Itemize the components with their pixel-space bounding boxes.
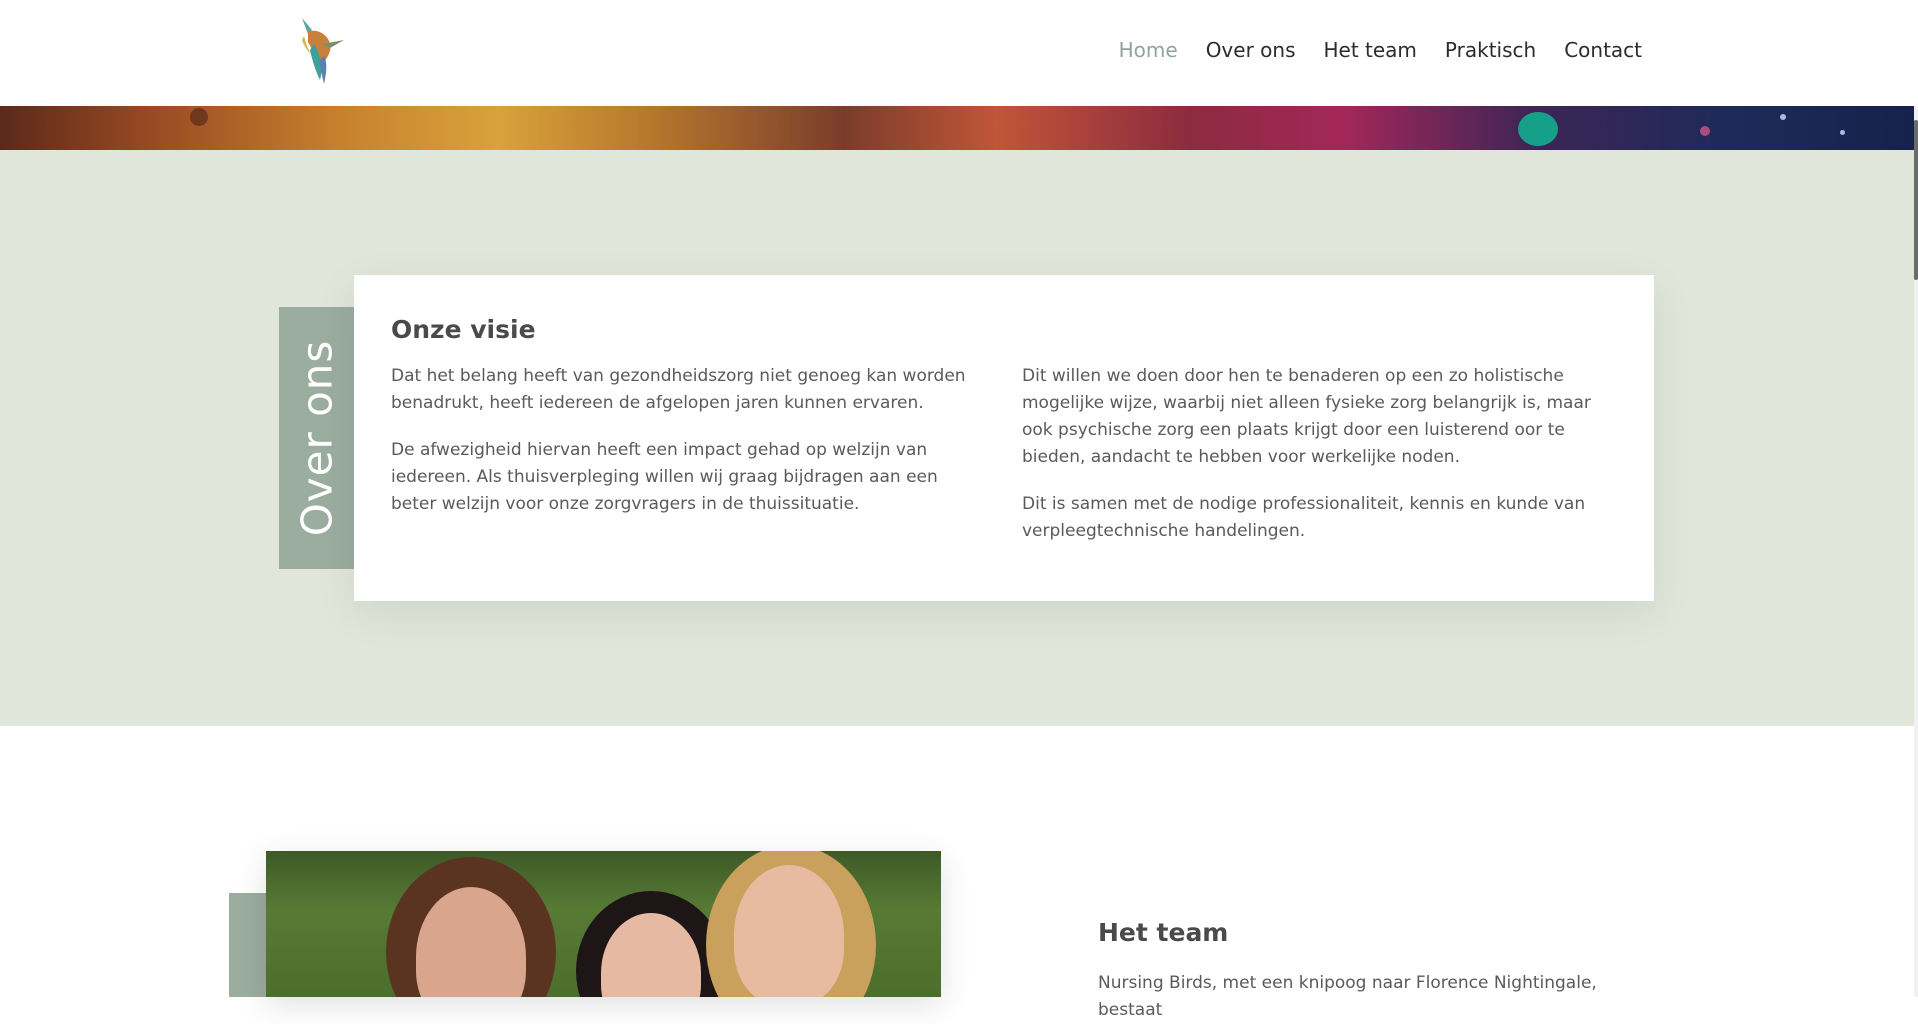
nav-praktisch[interactable]: Praktisch	[1445, 38, 1536, 62]
side-label-text: Over ons	[292, 339, 342, 537]
nav-het-team[interactable]: Het team	[1323, 38, 1416, 62]
vision-paragraph: Dat het belang heeft van gezondheidszorg…	[391, 366, 966, 413]
vision-left-column: Dat het belang heeft van gezondheidszorg…	[391, 363, 981, 538]
vision-card: Onze visie Dat het belang heeft van gezo…	[354, 275, 1654, 601]
scrollbar-thumb[interactable]	[1914, 120, 1918, 280]
over-ons-side-label: Over ons	[279, 307, 355, 569]
team-photo	[266, 851, 941, 997]
vision-paragraph: Dit is samen met de nodige professionali…	[1022, 494, 1586, 541]
vision-paragraph: De afwezigheid hiervan heeft een impact …	[391, 440, 938, 514]
nav-contact[interactable]: Contact	[1564, 38, 1642, 62]
main-nav: Home Over ons Het team Praktisch Contact	[1119, 38, 1642, 62]
nav-over-ons[interactable]: Over ons	[1206, 38, 1296, 62]
hero-banner-strip	[0, 106, 1918, 150]
nav-home[interactable]: Home	[1119, 38, 1178, 62]
site-header: Home Over ons Het team Praktisch Contact	[0, 0, 1918, 106]
vision-right-column: Dit willen we doen door hen te benaderen…	[1022, 363, 1612, 565]
vision-paragraph: Dit willen we doen door hen te benaderen…	[1022, 366, 1591, 467]
team-title: Het team	[1098, 918, 1229, 947]
team-intro: Nursing Birds, met een knipoog naar Flor…	[1098, 973, 1597, 1020]
vision-title: Onze visie	[391, 315, 536, 344]
hummingbird-logo[interactable]	[294, 14, 350, 86]
